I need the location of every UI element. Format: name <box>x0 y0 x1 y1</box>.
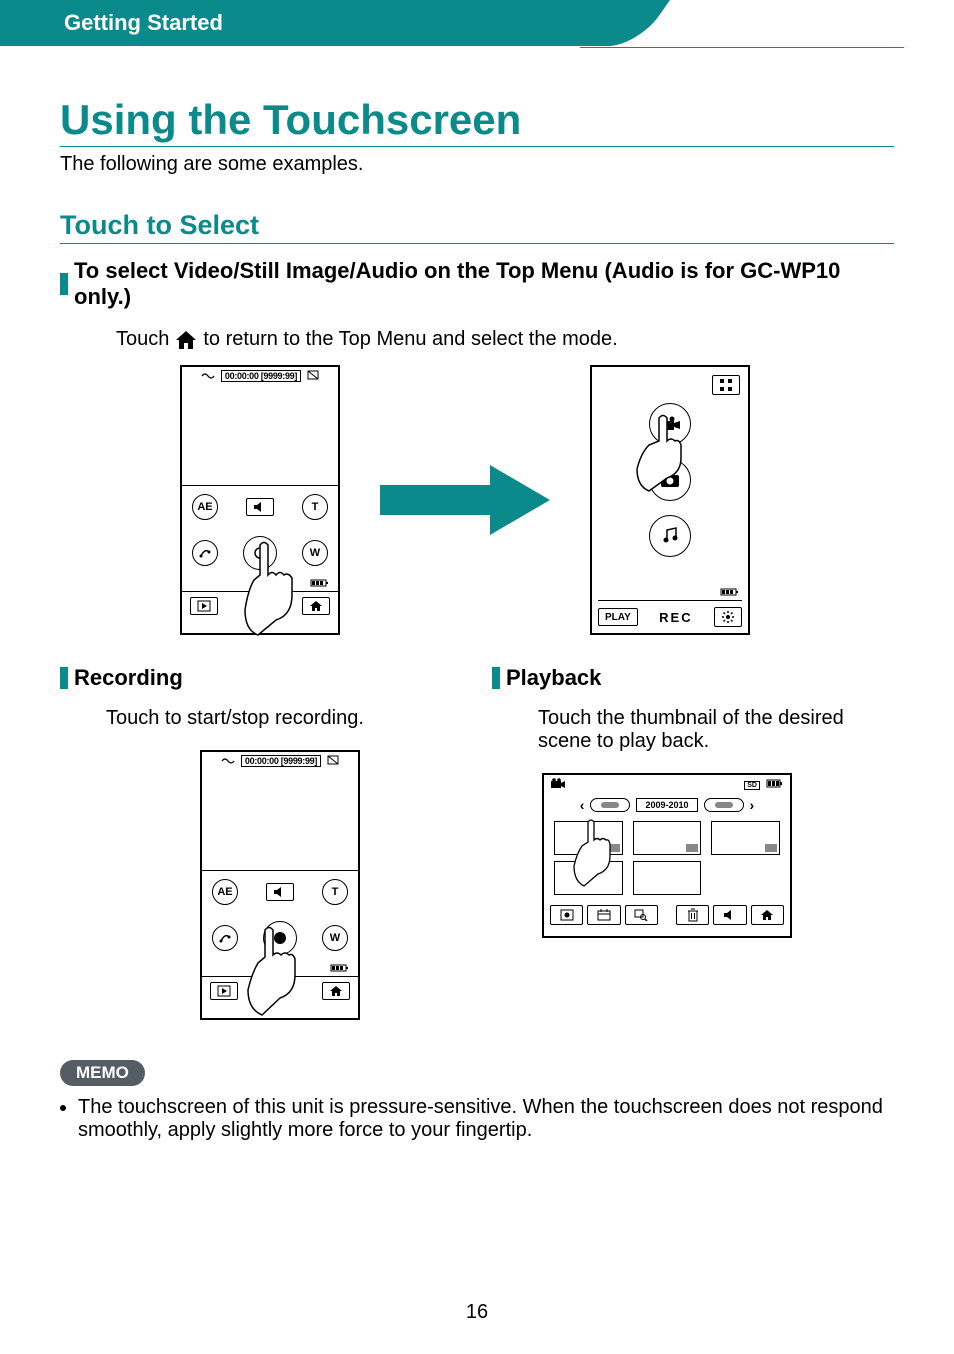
bar-marker <box>60 273 68 295</box>
volume-button[interactable] <box>713 905 746 925</box>
instruction-line: Touch to return to the Top Menu and sele… <box>116 328 894 351</box>
bar-heading-row: To select Video/Still Image/Audio on the… <box>60 258 894 310</box>
page-title: Using the Touchscreen <box>60 96 894 147</box>
play-mode-button[interactable]: PLAY <box>598 608 638 626</box>
search-button[interactable] <box>625 905 658 925</box>
home-icon <box>175 328 197 351</box>
speaker-button[interactable] <box>246 498 274 516</box>
audio-mode-button[interactable] <box>649 515 691 557</box>
figure-row-top: 00:00:00 [9999:99] AE T <box>180 365 894 635</box>
record-button[interactable] <box>243 536 277 570</box>
ae-button[interactable]: AE <box>192 494 218 520</box>
arrow-right-icon <box>380 460 550 540</box>
control-row-2: W <box>182 528 338 578</box>
zoom-tele-button[interactable]: T <box>302 494 328 520</box>
ae-button[interactable]: AE <box>212 879 238 905</box>
playback-column: Playback Touch the thumbnail of the desi… <box>492 665 894 1020</box>
date-nav-row: ‹ 2009-2010 › <box>544 795 790 815</box>
zoom-wide-button[interactable]: W <box>302 540 328 566</box>
status-bar: 00:00:00 [9999:99] <box>202 752 358 770</box>
wave-icon <box>201 370 215 382</box>
card-icon <box>307 370 319 382</box>
wave-icon <box>221 755 235 767</box>
rec-mode-label: REC <box>659 610 692 625</box>
next-date-button[interactable]: › <box>750 797 755 813</box>
battery-icon <box>720 587 740 600</box>
photo-mode-button[interactable] <box>649 459 691 501</box>
recording-column: Recording Touch to start/stop recording.… <box>60 665 462 1020</box>
device-screen-playback: SD ‹ 2009-2010 › <box>542 773 792 938</box>
battery-icon <box>310 580 330 591</box>
thumbnail[interactable] <box>711 821 780 855</box>
grid-view-button[interactable] <box>712 375 740 395</box>
status-bar: 00:00:00 [9999:99] <box>182 367 338 385</box>
record-button[interactable] <box>263 921 297 955</box>
home-button[interactable] <box>751 905 784 925</box>
date-range: 2009-2010 <box>636 798 697 812</box>
video-mode-icon <box>270 981 290 1000</box>
memo-list: The touchscreen of this unit is pressure… <box>74 1096 894 1142</box>
card-icon <box>327 755 339 767</box>
bar-marker <box>60 667 68 689</box>
device-screen-recording: 00:00:00 [9999:99] AE T <box>200 750 360 1020</box>
timecode: 00:00:00 [9999:99] <box>221 370 301 382</box>
page-number: 16 <box>0 1301 954 1324</box>
playback-mode-button[interactable] <box>190 597 218 615</box>
header-rule <box>580 47 904 48</box>
bar-heading-text: To select Video/Still Image/Audio on the… <box>74 258 894 310</box>
zoom-tele-button[interactable]: T <box>322 879 348 905</box>
video-mode-icon <box>250 596 270 615</box>
memo-badge: MEMO <box>60 1060 145 1086</box>
control-row-1: AE T <box>182 486 338 528</box>
calendar-button[interactable] <box>587 905 620 925</box>
thumbnail-grid <box>544 815 790 901</box>
memo-item: The touchscreen of this unit is pressure… <box>78 1096 894 1142</box>
thumbnail[interactable] <box>633 821 702 855</box>
playback-mode-button[interactable] <box>210 982 238 1000</box>
thumbnail[interactable] <box>633 861 702 895</box>
subsection-heading: Touch to Select <box>60 210 894 244</box>
battery-row <box>182 578 338 591</box>
playback-instruction: Touch the thumbnail of the desired scene… <box>538 707 894 753</box>
device-screen-record-standby: 00:00:00 [9999:99] AE T <box>180 365 340 635</box>
playback-heading: Playback <box>506 665 601 691</box>
home-button[interactable] <box>302 597 330 615</box>
prev-pill[interactable] <box>590 798 630 812</box>
playback-toolbar <box>544 901 790 931</box>
preview-area[interactable] <box>202 770 358 870</box>
video-mode-icon <box>550 778 566 793</box>
next-pill[interactable] <box>704 798 744 812</box>
settings-button[interactable] <box>212 925 238 951</box>
zoom-wide-button[interactable]: W <box>322 925 348 951</box>
settings-gear-button[interactable] <box>714 607 742 627</box>
bar-marker <box>492 667 500 689</box>
recording-heading: Recording <box>74 665 183 691</box>
timecode: 00:00:00 [9999:99] <box>241 755 321 767</box>
section-header-banner: Getting Started <box>0 0 610 46</box>
video-mode-button[interactable] <box>649 403 691 445</box>
record-mode-button[interactable] <box>550 905 583 925</box>
prev-date-button[interactable]: ‹ <box>580 797 585 813</box>
playback-topbar: SD <box>544 775 790 795</box>
delete-button[interactable] <box>676 905 709 925</box>
recording-instruction: Touch to start/stop recording. <box>106 707 462 730</box>
thumbnail[interactable] <box>554 821 623 855</box>
instruction-pre: Touch <box>116 328 169 351</box>
battery-icon <box>766 779 784 791</box>
speaker-button[interactable] <box>266 883 294 901</box>
intro-text: The following are some examples. <box>60 153 894 176</box>
bottom-bar <box>182 592 338 621</box>
instruction-post: to return to the Top Menu and select the… <box>203 328 617 351</box>
sd-card-icon: SD <box>744 781 760 790</box>
battery-icon <box>330 965 350 976</box>
preview-area[interactable] <box>182 385 338 485</box>
thumbnail[interactable] <box>554 861 623 895</box>
home-button[interactable] <box>322 982 350 1000</box>
section-header-text: Getting Started <box>64 10 223 35</box>
device-screen-top-menu: PLAY REC <box>590 365 750 635</box>
settings-button[interactable] <box>192 540 218 566</box>
